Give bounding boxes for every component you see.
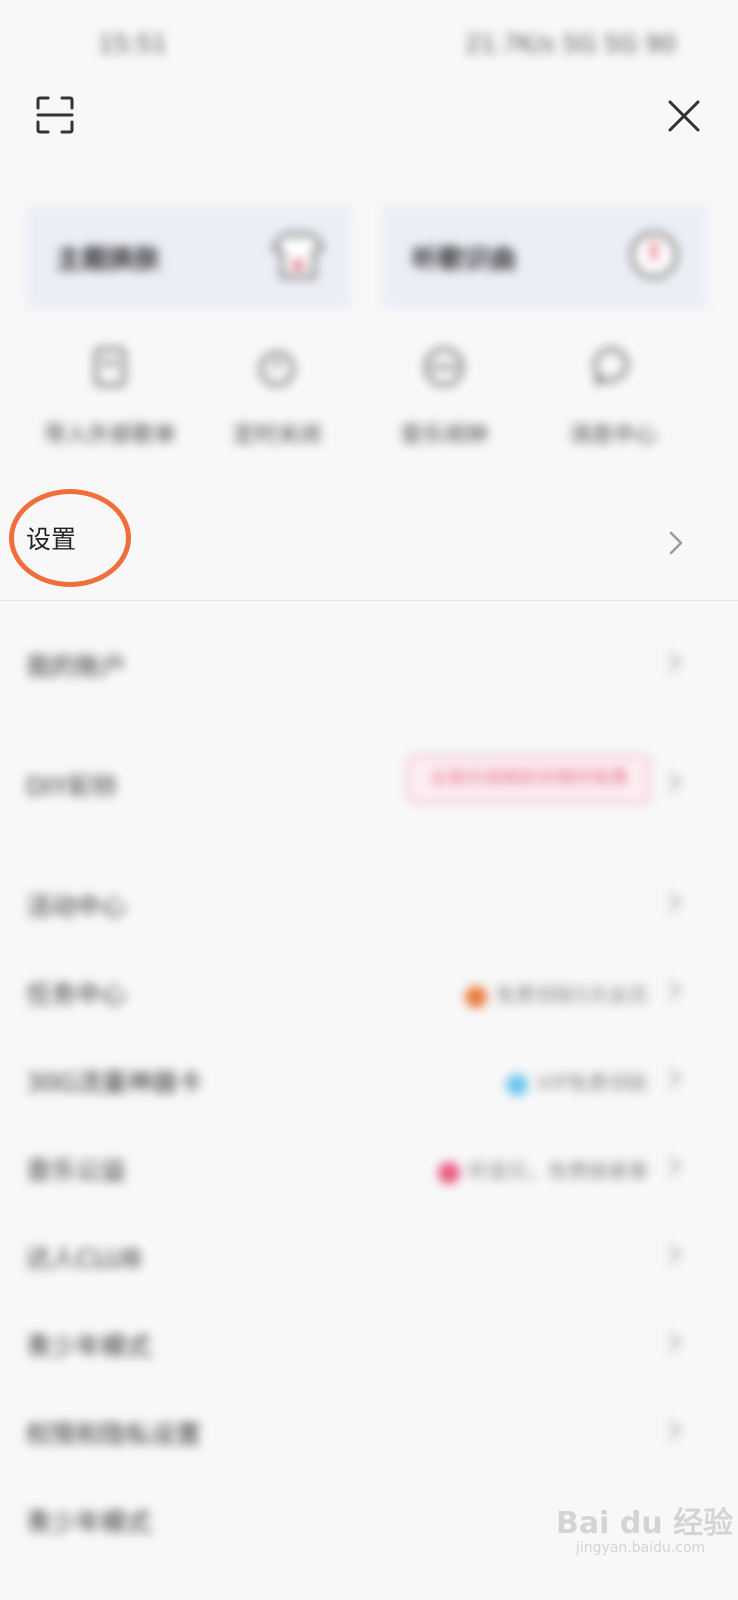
menu-note-text: 免费领取5天会员 bbox=[495, 983, 648, 1007]
scan-button[interactable] bbox=[36, 96, 74, 134]
menu-item-charity[interactable]: 音乐公益 听音乐，免费做善事 bbox=[0, 1129, 738, 1209]
chevron-right-icon bbox=[669, 652, 681, 672]
shortcut-import[interactable]: 导入外部歌单 bbox=[25, 345, 195, 455]
watermark-url: jingyan.baidu.com bbox=[576, 1540, 706, 1556]
chevron-right-icon bbox=[669, 1332, 681, 1352]
message-icon bbox=[593, 347, 629, 386]
menu-item-privacy[interactable]: 权限和隐私设置 bbox=[0, 1393, 738, 1473]
menu-label: 音乐公益 bbox=[26, 1156, 127, 1185]
shortcut-grid: 导入外部歌单 定时关闭 音乐闹钟 消息中心 bbox=[0, 345, 738, 455]
card-title: 主题换肤 bbox=[56, 245, 161, 275]
close-button[interactable] bbox=[664, 96, 704, 136]
tshirt-icon bbox=[271, 231, 325, 279]
menu-label: 活动中心 bbox=[26, 892, 127, 921]
diamond-icon bbox=[506, 1073, 529, 1096]
menu-label: 青少年模式 bbox=[26, 1332, 152, 1361]
menu-note-text: VIP免费领取 bbox=[536, 1071, 648, 1095]
status-time: 15:51 bbox=[98, 30, 168, 58]
menu-note: 听音乐，免费做善事 bbox=[438, 1155, 648, 1184]
menu-label: 权限和隐私设置 bbox=[26, 1420, 202, 1449]
shortcut-label: 音乐闹钟 bbox=[399, 423, 488, 448]
menu-note: VIP免费领取 bbox=[506, 1067, 648, 1096]
menu-note-text: 听音乐，免费做善事 bbox=[468, 1159, 648, 1183]
menu-label: 达人CLUB bbox=[26, 1244, 142, 1273]
menu-label: 青少年模式 bbox=[26, 1508, 152, 1537]
promo-badge: 云音乐视频彩铃限时免费 bbox=[408, 755, 650, 803]
shortcut-label: 定时关闭 bbox=[232, 423, 321, 448]
chevron-right-icon bbox=[669, 980, 681, 1000]
baidu-watermark: Bai du 经验 jingyan.baidu.com bbox=[556, 1490, 733, 1570]
chevron-right-icon bbox=[669, 1244, 681, 1264]
menu-label: 30G流量神器卡 bbox=[26, 1068, 203, 1097]
shortcut-alarm[interactable]: 音乐闹钟 bbox=[359, 345, 529, 455]
microphone-icon bbox=[630, 231, 678, 279]
menu-label: 我的账户 bbox=[26, 652, 127, 681]
chevron-right-icon bbox=[669, 1068, 681, 1088]
chevron-right-icon bbox=[669, 1420, 681, 1440]
status-indicators: 21.7K/s 5G 5G 90 bbox=[465, 30, 676, 58]
menu-item-mode[interactable]: 青少年模式 bbox=[0, 1305, 738, 1385]
watermark-logo: Bai du 经验 bbox=[556, 1506, 734, 1541]
scan-icon bbox=[36, 96, 74, 134]
card-recognize[interactable]: 听歌识曲 bbox=[382, 205, 708, 309]
menu-item-club[interactable]: 达人CLUB bbox=[0, 1217, 738, 1297]
menu-item-account[interactable]: 我的账户 bbox=[0, 625, 738, 705]
chevron-right-icon bbox=[669, 772, 681, 792]
menu-note: 免费领取5天会员 bbox=[465, 979, 648, 1008]
card-theme[interactable]: 主题换肤 bbox=[26, 205, 352, 309]
shortcut-label: 导入外部歌单 bbox=[43, 423, 176, 448]
shortcut-label: 消息中心 bbox=[568, 423, 657, 448]
menu-item-data-card[interactable]: 30G流量神器卡 VIP免费领取 bbox=[0, 1041, 738, 1121]
settings-row[interactable]: 设置 bbox=[0, 490, 738, 601]
chevron-right-icon bbox=[669, 531, 683, 555]
menu-item-activity[interactable]: 活动中心 bbox=[0, 865, 738, 945]
menu-item-diy[interactable]: DIY彩铃 云音乐视频彩铃限时免费 bbox=[0, 745, 738, 825]
feature-cards: 主题换肤 听歌识曲 bbox=[26, 205, 712, 309]
status-bar: 15:51 21.7K/s 5G 5G 90 bbox=[0, 0, 738, 90]
card-title: 听歌识曲 bbox=[412, 245, 517, 275]
timer-icon bbox=[259, 351, 295, 387]
chevron-right-icon bbox=[669, 892, 681, 912]
alarm-icon bbox=[424, 347, 464, 387]
chevron-right-icon bbox=[669, 1156, 681, 1176]
shortcut-timer[interactable]: 定时关闭 bbox=[192, 345, 362, 455]
coin-icon bbox=[465, 985, 488, 1008]
close-icon bbox=[668, 100, 700, 132]
settings-label: 设置 bbox=[26, 525, 77, 554]
shortcut-message[interactable]: 消息中心 bbox=[528, 345, 698, 455]
heart-icon bbox=[438, 1161, 460, 1184]
import-icon bbox=[94, 347, 126, 387]
menu-label: 任务中心 bbox=[26, 980, 127, 1009]
menu-item-tasks[interactable]: 任务中心 免费领取5天会员 bbox=[0, 953, 738, 1033]
menu-label: DIY彩铃 bbox=[26, 772, 118, 801]
